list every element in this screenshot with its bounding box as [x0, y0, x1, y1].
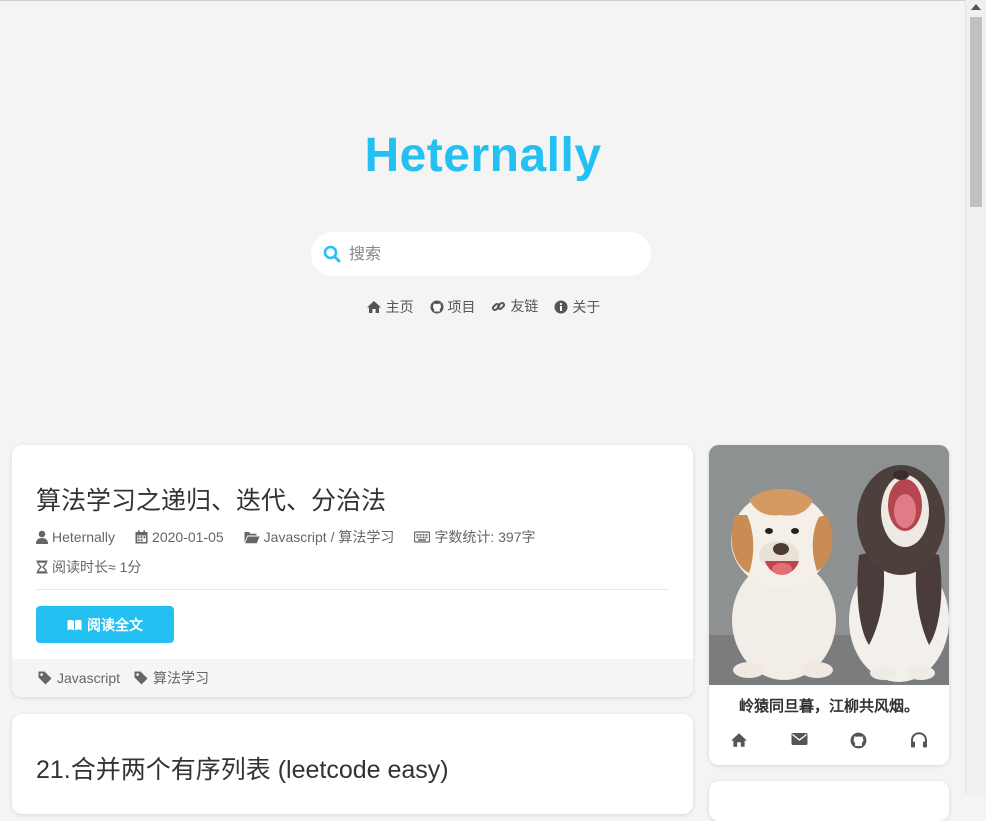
nav-item-projects[interactable]: 项目 — [430, 297, 476, 317]
nav-item-label: 主页 — [385, 298, 414, 315]
search-icon — [323, 245, 341, 268]
home-icon[interactable] — [730, 732, 748, 749]
post-read-time-value: 阅读时长≈ 1分 — [52, 559, 142, 575]
github-icon[interactable] — [850, 732, 867, 749]
post-card: 算法学习之递归、迭代、分治法 Heternally 2020-01-05 Jav… — [12, 445, 693, 697]
post-title[interactable]: 21.合并两个有序列表 (leetcode easy) — [36, 750, 449, 786]
nav-item-label: 友链 — [510, 298, 539, 314]
link-icon — [492, 301, 506, 311]
post-categories: Javascript / 算法学习 — [244, 527, 395, 547]
tag-label: 算法学习 — [153, 670, 210, 686]
profile-photo — [709, 445, 949, 685]
post-read-time: 阅读时长≈ 1分 — [36, 557, 141, 577]
nav-item-about[interactable]: 关于 — [554, 297, 600, 317]
post-author-name[interactable]: Heternally — [52, 529, 115, 545]
nav-item-links[interactable]: 友链 — [491, 296, 538, 316]
read-more-button[interactable]: 阅读全文 — [36, 606, 174, 643]
envelope-icon[interactable] — [791, 732, 808, 749]
search-box[interactable] — [311, 232, 651, 278]
sidebar-card — [709, 781, 949, 821]
nav-item-home[interactable]: 主页 — [366, 297, 414, 317]
profile-card: 岭猿同旦暮，江柳共风烟。 — [709, 445, 949, 765]
post-date-value: 2020-01-05 — [152, 529, 224, 545]
main-nav: 主页 项目 友链 关于 — [0, 296, 966, 317]
tag-icon — [134, 671, 148, 685]
scroll-up-arrow-icon[interactable] — [971, 4, 981, 10]
home-icon — [366, 300, 381, 313]
hourglass-icon — [36, 560, 48, 574]
calendar-icon — [135, 530, 148, 544]
tag-label: Javascript — [57, 670, 121, 686]
github-icon — [430, 300, 444, 313]
nav-item-label: 项目 — [447, 298, 476, 315]
scrollbar-thumb[interactable] — [970, 17, 982, 207]
page-scrollbar[interactable] — [965, 0, 986, 794]
search-input[interactable] — [347, 232, 641, 278]
keyboard-icon — [414, 531, 431, 543]
social-links — [709, 732, 949, 749]
headphones-icon[interactable] — [910, 732, 928, 749]
post-divider — [36, 589, 669, 590]
book-icon — [67, 619, 82, 630]
user-icon — [36, 530, 48, 544]
tag-algorithm[interactable]: 算法学习 — [134, 668, 209, 688]
post-author: Heternally — [36, 529, 115, 545]
post-category-links[interactable]: Javascript / 算法学习 — [264, 527, 395, 547]
tag-icon — [38, 671, 52, 685]
post-card: 21.合并两个有序列表 (leetcode easy) — [12, 714, 693, 814]
tag-javascript[interactable]: Javascript — [38, 670, 120, 686]
post-word-count-value: 字数统计: 397字 — [434, 529, 536, 545]
profile-motto: 岭猿同旦暮，江柳共风烟。 — [738, 698, 919, 715]
post-word-count: 字数统计: 397字 — [414, 527, 536, 547]
read-more-label: 阅读全文 — [87, 616, 143, 633]
nav-item-label: 关于 — [572, 298, 601, 315]
post-title[interactable]: 算法学习之递归、迭代、分治法 — [36, 481, 386, 517]
folder-open-icon — [244, 531, 260, 543]
window-top-border — [0, 0, 966, 1]
info-icon — [554, 300, 568, 313]
post-tags: Javascript 算法学习 — [12, 659, 693, 697]
post-date: 2020-01-05 — [135, 529, 224, 545]
post-meta: Heternally 2020-01-05 Javascript / 算法学习 … — [36, 527, 556, 547]
site-title[interactable]: Heternally — [0, 128, 966, 183]
